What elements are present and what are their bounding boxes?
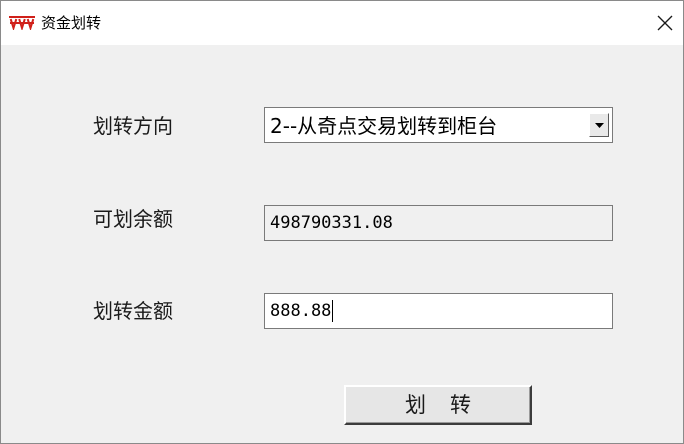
amount-input[interactable]: 888.88 [264,293,613,329]
available-label: 可划余额 [93,207,173,231]
direction-select-value: 2--从奇点交易划转到柜台 [270,114,498,138]
direction-select[interactable]: 2--从奇点交易划转到柜台 [264,107,613,143]
window-title: 资金划转 [41,14,102,32]
transfer-button-label: 划转 [405,393,495,417]
available-balance-value: 498790331.08 [270,213,393,233]
available-balance-field: 498790331.08 [264,205,613,241]
transfer-dialog: 资金划转 划转方向 2--从奇点交易划转到柜台 可划余额 498790331.0… [0,0,684,444]
close-button[interactable] [647,5,683,41]
amount-input-value: 888.88 [270,301,332,321]
chevron-down-icon [594,122,604,128]
close-icon [657,15,673,31]
title-bar: 资金划转 [1,1,683,45]
direction-label: 划转方向 [93,114,173,138]
text-caret [332,300,334,322]
app-logo-icon [9,16,35,30]
transfer-button[interactable]: 划转 [344,385,532,425]
amount-label: 划转金额 [93,299,173,323]
dropdown-button[interactable] [589,113,609,137]
